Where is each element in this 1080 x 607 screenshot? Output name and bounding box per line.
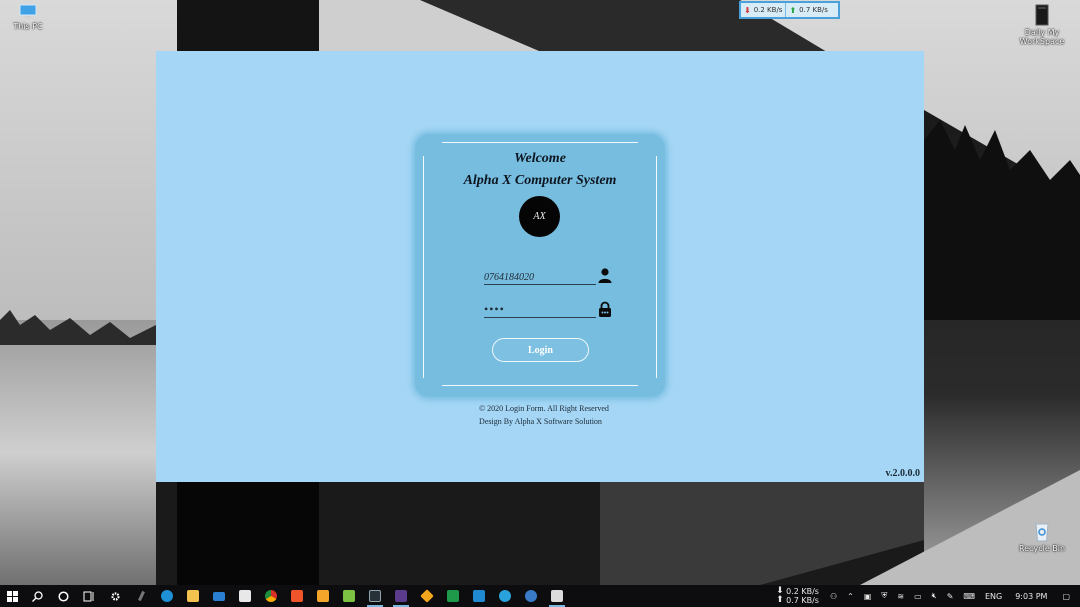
folder-dark-icon — [1035, 4, 1049, 26]
pen-button[interactable] — [128, 585, 154, 607]
desktop-icon-label: Recycle Bin — [1018, 544, 1066, 553]
vlc-button[interactable] — [310, 585, 336, 607]
vscode-icon — [473, 590, 485, 602]
desktop-icon-label: This PC — [13, 22, 43, 31]
login-button[interactable]: Login — [492, 338, 589, 362]
terminal-icon — [369, 590, 381, 602]
settings-button[interactable] — [102, 585, 128, 607]
card-top-line — [442, 142, 638, 143]
monitor-icon — [19, 4, 37, 18]
upload-speed: ⬆ 0.7 KB/s — [785, 3, 830, 17]
pen-workspace-icon[interactable]: ✎ — [947, 592, 954, 601]
notepad-icon — [343, 590, 355, 602]
cortana-icon — [57, 590, 69, 602]
lock-icon — [599, 301, 611, 317]
people-icon[interactable]: ⚇ — [830, 592, 837, 601]
login-app-window: Welcome Alpha X Computer System AX Login… — [156, 51, 924, 482]
terminal-button[interactable] — [362, 585, 388, 607]
download-speed-value: 0.2 KB/s — [753, 6, 783, 14]
download-speed: ⬇ 0.2 KB/s — [741, 3, 785, 17]
copyright-text: © 2020 Login Form. All Right Reserved — [479, 404, 609, 413]
password-field[interactable] — [484, 300, 596, 318]
password-input[interactable] — [484, 301, 596, 318]
system-name-title: Alpha X Computer System — [463, 173, 617, 188]
notepad-button[interactable] — [336, 585, 362, 607]
card-left-line — [423, 156, 424, 378]
vscode-button[interactable] — [466, 585, 492, 607]
card-right-line — [656, 156, 657, 378]
user-icon — [598, 268, 612, 283]
username-input[interactable] — [484, 269, 596, 286]
brave-icon — [291, 590, 303, 602]
system-tray: ⬇ 0.2 KB/s ⬆ 0.7 KB/s ⚇ ⌃ ▣ ⛨ ≋ ▭ 🔇︎ ✎ ⌨ E… — [776, 585, 1080, 607]
welcome-title: Welcome — [514, 151, 566, 166]
mail-button[interactable] — [206, 585, 232, 607]
app-orange-button[interactable] — [414, 585, 440, 607]
app-button[interactable] — [388, 585, 414, 607]
upload-speed-value: 0.7 KB/s — [799, 6, 828, 14]
login-app-button[interactable] — [544, 585, 570, 607]
search-button[interactable] — [24, 585, 50, 607]
task-view-icon — [83, 591, 94, 601]
chrome-button[interactable] — [258, 585, 284, 607]
volume-muted-icon[interactable]: 🔇︎ — [932, 591, 937, 601]
windows-logo-icon — [6, 590, 18, 602]
desktop-icon-recycle-bin[interactable]: Recycle Bin — [1012, 520, 1072, 553]
vlc-icon — [317, 590, 329, 602]
download-arrow-icon: ⬇ — [744, 5, 751, 15]
recycle-bin-icon — [1035, 523, 1049, 542]
app-orange-icon — [420, 589, 434, 603]
username-field[interactable] — [484, 267, 596, 286]
edge-icon — [161, 590, 173, 602]
notification-icon[interactable]: ▢ — [1062, 592, 1070, 601]
store-button[interactable] — [232, 585, 258, 607]
keyboard-icon[interactable]: ⌨ — [963, 592, 975, 601]
login-card: Welcome Alpha X Computer System AX Login — [415, 134, 665, 397]
app-blue-button[interactable] — [518, 585, 544, 607]
wifi-icon[interactable]: ≋ — [897, 592, 904, 601]
shield-icon[interactable]: ⛨ — [881, 591, 887, 601]
file-explorer-button[interactable] — [180, 585, 206, 607]
chrome-icon — [265, 590, 277, 602]
store-icon — [239, 590, 251, 602]
network-meter-widget: ⬇ 0.2 KB/s ⬆ 0.7 KB/s — [739, 1, 840, 19]
pen-icon — [137, 590, 145, 602]
design-by-text: Design By Alpha X Software Solution — [479, 417, 602, 426]
telegram-icon — [499, 590, 511, 602]
search-icon — [31, 590, 43, 602]
desktop-icon-label: Daily My WorkSpace — [1019, 28, 1065, 46]
telegram-button[interactable] — [492, 585, 518, 607]
login-app-icon — [551, 590, 563, 602]
excel-icon — [447, 590, 459, 602]
start-button[interactable] — [0, 585, 24, 607]
taskbar: ⬇ 0.2 KB/s ⬆ 0.7 KB/s ⚇ ⌃ ▣ ⛨ ≋ ▭ 🔇︎ ✎ ⌨ E… — [0, 585, 1080, 607]
battery-icon[interactable]: ▭ — [914, 592, 922, 601]
task-view-button[interactable] — [76, 585, 102, 607]
tray-upload-value: 0.7 KB/s — [786, 596, 819, 605]
edge-button[interactable] — [154, 585, 180, 607]
app-blue-icon — [525, 590, 537, 602]
excel-button[interactable] — [440, 585, 466, 607]
settings-icon — [110, 591, 120, 601]
show-hidden-icons-chevron-icon[interactable]: ⌃ — [847, 592, 854, 601]
language-indicator[interactable]: ENG — [985, 592, 1002, 601]
tray-upload-icon: ⬆ — [776, 595, 784, 605]
tray-net-speed: ⬇ 0.2 KB/s ⬆ 0.7 KB/s — [776, 587, 819, 606]
tray-app-icon[interactable]: ▣ — [864, 592, 872, 601]
mail-icon — [213, 591, 225, 601]
tray-download-value: 0.2 KB/s — [786, 587, 819, 596]
cortana-button[interactable] — [50, 585, 76, 607]
file-explorer-icon — [187, 590, 199, 602]
clock[interactable]: 9:03 PM — [1015, 592, 1047, 601]
logo: AX — [519, 196, 560, 237]
desktop-icon-workspace[interactable]: Daily My WorkSpace — [1012, 4, 1072, 46]
logo-text: AX — [533, 211, 546, 222]
version-label: v.2.0.0.0 — [885, 468, 920, 479]
desktop-icon-this-pc[interactable]: This PC — [0, 4, 58, 31]
card-bottom-line — [442, 385, 638, 386]
brave-button[interactable] — [284, 585, 310, 607]
upload-arrow-icon: ⬆ — [789, 5, 797, 15]
app-icon — [395, 590, 407, 602]
